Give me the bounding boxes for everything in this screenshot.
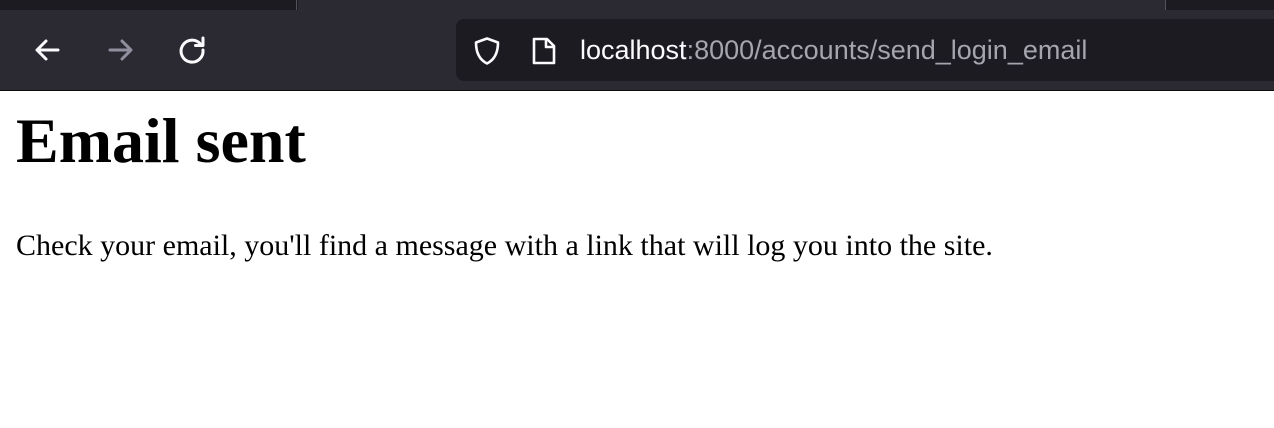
- tab-divider: [296, 0, 297, 10]
- url-host: localhost: [580, 35, 687, 65]
- reload-button[interactable]: [172, 30, 212, 70]
- url-path: :8000/accounts/send_login_email: [686, 35, 1088, 65]
- page-icon[interactable]: [530, 36, 558, 66]
- url-bar[interactable]: localhost:8000/accounts/send_login_email: [456, 19, 1274, 81]
- tab-divider: [1165, 0, 1166, 10]
- forward-button[interactable]: [100, 30, 140, 70]
- arrow-right-icon: [108, 39, 133, 61]
- shield-icon[interactable]: [472, 36, 502, 66]
- confirmation-message: Check your email, you'll find a message …: [16, 229, 993, 262]
- tab-strip: [0, 0, 1274, 10]
- page-title: Email sent: [16, 105, 306, 176]
- page-content: Email sent Check your email, you'll find…: [16, 91, 1256, 264]
- url-text[interactable]: localhost:8000/accounts/send_login_email: [580, 34, 1087, 66]
- arrow-left-icon: [35, 39, 60, 61]
- reload-icon: [179, 36, 205, 64]
- browser-toolbar: localhost:8000/accounts/send_login_email: [0, 10, 1274, 91]
- back-button[interactable]: [28, 30, 68, 70]
- tab-current[interactable]: [298, 0, 1165, 10]
